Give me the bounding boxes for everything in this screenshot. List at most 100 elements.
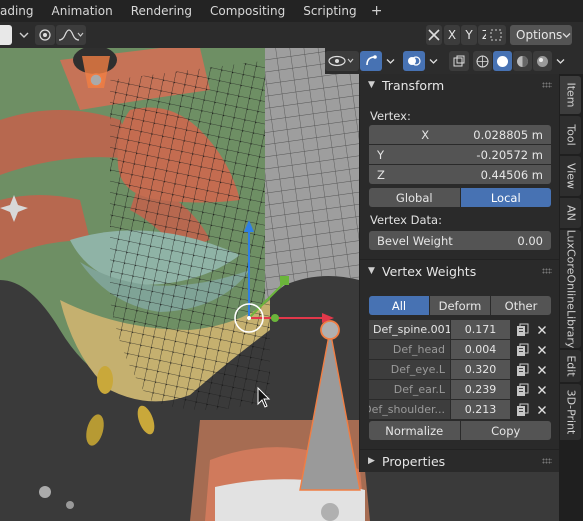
tab-scripting[interactable]: Scripting bbox=[294, 0, 365, 22]
workspace-tabs-bar: ading Animation Rendering Compositing Sc… bbox=[0, 0, 583, 22]
paste-weight-icon[interactable] bbox=[512, 400, 531, 419]
filter-deform-button[interactable]: Deform bbox=[430, 296, 490, 315]
paste-weight-icon[interactable] bbox=[512, 380, 531, 399]
local-button[interactable]: Local bbox=[460, 188, 551, 207]
tab-3d-print[interactable]: 3D-Print bbox=[560, 384, 581, 440]
tab-edit[interactable]: Edit bbox=[560, 350, 581, 382]
weight-actions: Normalize Copy bbox=[369, 421, 551, 440]
remove-weight-icon[interactable] bbox=[532, 360, 551, 379]
tab-compositing[interactable]: Compositing bbox=[201, 0, 294, 22]
vertex-x-value: 0.028805 m bbox=[473, 127, 543, 142]
space-toggle: Global Local bbox=[369, 188, 551, 207]
vertex-weights-title: Vertex Weights bbox=[382, 263, 477, 279]
proportional-editing-toggle[interactable] bbox=[35, 25, 55, 45]
vertex-y-axis: Y bbox=[377, 147, 385, 162]
vertex-x-axis: X bbox=[421, 127, 430, 142]
sidebar-panel: ▼ Transform Vertex: X 0.028805 m Y -0.20… bbox=[359, 74, 560, 472]
sidebar-tabs: Item Tool View AN LuxCoreOnlineLibrary E… bbox=[559, 74, 583, 521]
weight-value-field[interactable]: 0.004 bbox=[451, 340, 510, 359]
vertex-y-field[interactable]: Y -0.20572 m bbox=[369, 145, 551, 164]
vertex-z-field[interactable]: Z 0.44506 m bbox=[369, 165, 551, 184]
remove-weight-icon[interactable] bbox=[532, 380, 551, 399]
drag-grip-icon[interactable] bbox=[542, 268, 552, 274]
expand-triangle-icon: ▼ bbox=[368, 266, 375, 276]
options-label: Options bbox=[516, 28, 563, 42]
vertex-z-axis: Z bbox=[377, 167, 385, 182]
xray-toggle[interactable] bbox=[449, 51, 469, 71]
bevel-weight-label: Bevel Weight bbox=[377, 233, 453, 248]
filter-other-button[interactable]: Other bbox=[491, 296, 551, 315]
remove-weight-icon[interactable] bbox=[532, 400, 551, 419]
tab-an[interactable]: AN bbox=[560, 198, 581, 228]
remove-weight-icon[interactable] bbox=[532, 340, 551, 359]
vertex-x-field[interactable]: X 0.028805 m bbox=[369, 125, 551, 144]
global-button[interactable]: Global bbox=[369, 188, 460, 207]
falloff-dropdown[interactable] bbox=[56, 25, 86, 45]
paste-weight-icon[interactable] bbox=[512, 320, 531, 339]
vertex-weights-panel-header[interactable]: ▼ Vertex Weights bbox=[360, 260, 560, 282]
bevel-weight-value: 0.00 bbox=[517, 233, 543, 248]
weight-row: Def_shoulder... 0.213 bbox=[369, 400, 551, 419]
viewport-header: X Y Z Options bbox=[0, 22, 583, 48]
weight-group-name[interactable]: Def_eye.L bbox=[369, 360, 450, 379]
weight-value-field[interactable]: 0.320 bbox=[451, 360, 510, 379]
chevron-down-icon[interactable] bbox=[553, 51, 567, 71]
tab-3d-print-label: 3D-Print bbox=[564, 389, 577, 435]
transform-panel-header[interactable]: ▼ Transform bbox=[360, 74, 560, 96]
rendered-shading-button[interactable] bbox=[533, 51, 552, 71]
vertex-z-value: 0.44506 m bbox=[480, 167, 543, 182]
normalize-button[interactable]: Normalize bbox=[369, 421, 460, 440]
properties-title: Properties bbox=[382, 453, 446, 469]
tab-edit-label: Edit bbox=[564, 355, 577, 377]
weight-group-name[interactable]: Def_ear.L bbox=[369, 380, 450, 399]
wireframe-shading-button[interactable] bbox=[473, 51, 492, 71]
chevron-down-icon[interactable] bbox=[426, 51, 440, 71]
tab-rendering[interactable]: Rendering bbox=[122, 0, 201, 22]
weight-value-field[interactable]: 0.171 bbox=[451, 320, 510, 339]
paste-weight-icon[interactable] bbox=[512, 360, 531, 379]
mirror-icon[interactable] bbox=[426, 25, 442, 45]
weight-value-field[interactable]: 0.213 bbox=[451, 400, 510, 419]
chevron-down-icon[interactable] bbox=[383, 51, 397, 71]
weight-value-field[interactable]: 0.239 bbox=[451, 380, 510, 399]
options-dropdown[interactable]: Options bbox=[510, 25, 572, 45]
weight-row: Def_head 0.004 bbox=[369, 340, 551, 359]
visibility-dropdown[interactable] bbox=[325, 51, 359, 71]
transform-pivot-dropdown[interactable] bbox=[0, 25, 12, 45]
mirror-x-toggle[interactable]: X bbox=[444, 25, 460, 45]
drag-grip-icon[interactable] bbox=[542, 82, 552, 88]
weight-group-name[interactable]: Def_head bbox=[369, 340, 450, 359]
gizmo-toggle[interactable] bbox=[360, 51, 382, 71]
add-workspace-button[interactable]: + bbox=[366, 0, 388, 22]
tab-view[interactable]: View bbox=[560, 156, 581, 196]
bevel-weight-field[interactable]: Bevel Weight 0.00 bbox=[369, 231, 551, 250]
copy-button[interactable]: Copy bbox=[460, 421, 551, 440]
weight-row: Def_eye.L 0.320 bbox=[369, 360, 551, 379]
mirror-y-toggle[interactable]: Y bbox=[461, 25, 477, 45]
solid-shading-button[interactable] bbox=[493, 51, 512, 71]
properties-panel-header[interactable]: ▶ Properties bbox=[360, 450, 560, 472]
tab-tool-label: Tool bbox=[564, 124, 577, 146]
tab-an-label: AN bbox=[564, 205, 577, 221]
vertex-data-label: Vertex Data: bbox=[370, 213, 442, 227]
collapsed-triangle-icon: ▶ bbox=[368, 456, 375, 466]
weight-row: Def_ear.L 0.239 bbox=[369, 380, 551, 399]
expand-triangle-icon: ▼ bbox=[368, 80, 375, 90]
topology-mirror-icon[interactable] bbox=[486, 25, 506, 45]
paste-weight-icon[interactable] bbox=[512, 340, 531, 359]
tab-luxcoreonlinelibrary[interactable]: LuxCoreOnlineLibrary bbox=[560, 230, 581, 348]
weight-group-name[interactable]: Def_shoulder... bbox=[369, 400, 450, 419]
filter-all-button[interactable]: All bbox=[369, 296, 429, 315]
remove-weight-icon[interactable] bbox=[532, 320, 551, 339]
tab-shading[interactable]: ading bbox=[0, 0, 43, 22]
tab-item[interactable]: Item bbox=[560, 76, 581, 114]
tab-animation[interactable]: Animation bbox=[43, 0, 122, 22]
drag-grip-icon[interactable] bbox=[542, 458, 552, 464]
weight-group-name[interactable]: Def_spine.001 bbox=[369, 320, 450, 339]
material-shading-button[interactable] bbox=[513, 51, 532, 71]
tab-tool[interactable]: Tool bbox=[560, 116, 581, 154]
weight-row: Def_spine.001 0.171 bbox=[369, 320, 551, 339]
overlays-toggle[interactable] bbox=[403, 51, 425, 71]
tab-item-label: Item bbox=[564, 82, 577, 108]
chevron-down-icon[interactable] bbox=[17, 25, 31, 45]
